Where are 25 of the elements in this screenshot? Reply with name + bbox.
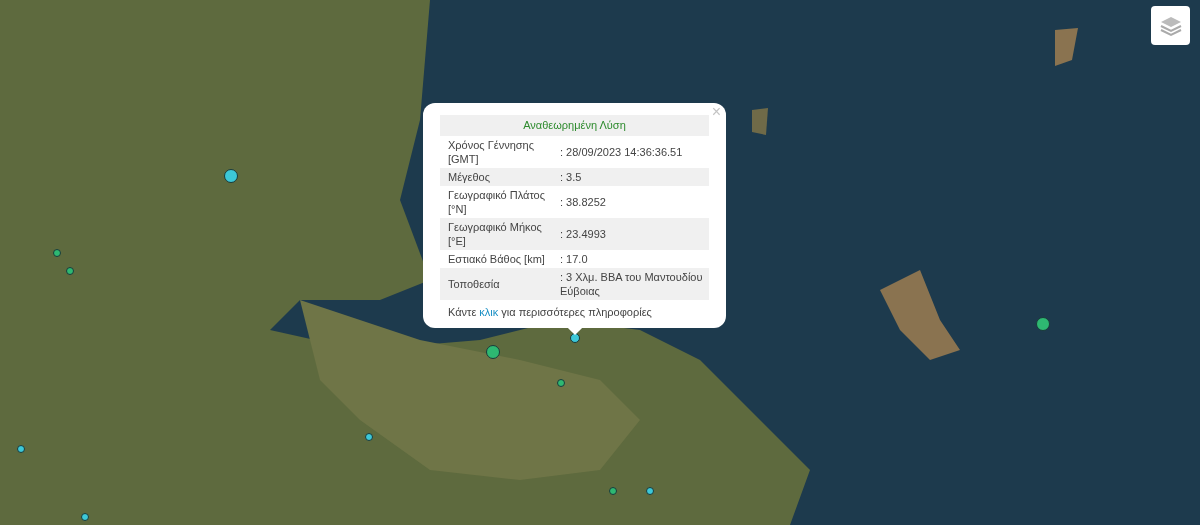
field-label: Μέγεθος <box>447 169 491 185</box>
earthquake-marker[interactable] <box>66 267 74 275</box>
field-value: : 3 Χλμ. ΒΒΑ του Μαντουδίου Εύβοιας <box>559 269 704 299</box>
field-value: : 17.0 <box>559 251 589 267</box>
earthquake-marker[interactable] <box>53 249 61 257</box>
earthquake-marker[interactable] <box>557 379 565 387</box>
field-label: Εστιακό Βάθος [km] <box>447 251 546 267</box>
more-info-link[interactable]: κλικ <box>479 303 499 320</box>
popup-title: Αναθεωρημένη Λύση <box>440 115 709 136</box>
field-label: Γεωγραφικό Μήκος [°E] <box>447 219 543 249</box>
earthquake-marker[interactable] <box>646 487 654 495</box>
field-value: : 28/09/2023 14:36:36.51 <box>559 144 684 160</box>
field-value: : 3.5 <box>559 169 583 185</box>
field-label: Γεωγραφικό Πλάτος [°N] <box>447 187 547 217</box>
earthquake-marker[interactable] <box>609 487 617 495</box>
field-label: Τοποθεσία <box>447 276 501 292</box>
earthquake-marker[interactable] <box>17 445 25 453</box>
footer-text: Κάντε <box>448 304 477 320</box>
earthquake-marker[interactable] <box>1036 317 1050 331</box>
field-value: : 23.4993 <box>559 226 607 242</box>
field-value: : 38.8252 <box>559 194 607 210</box>
field-label: Χρόνος Γέννησης [GMT] <box>447 137 535 167</box>
footer-text: για περισσότερες πληροφορίες <box>501 304 652 320</box>
earthquake-marker[interactable] <box>81 513 89 521</box>
earthquake-marker[interactable] <box>365 433 373 441</box>
